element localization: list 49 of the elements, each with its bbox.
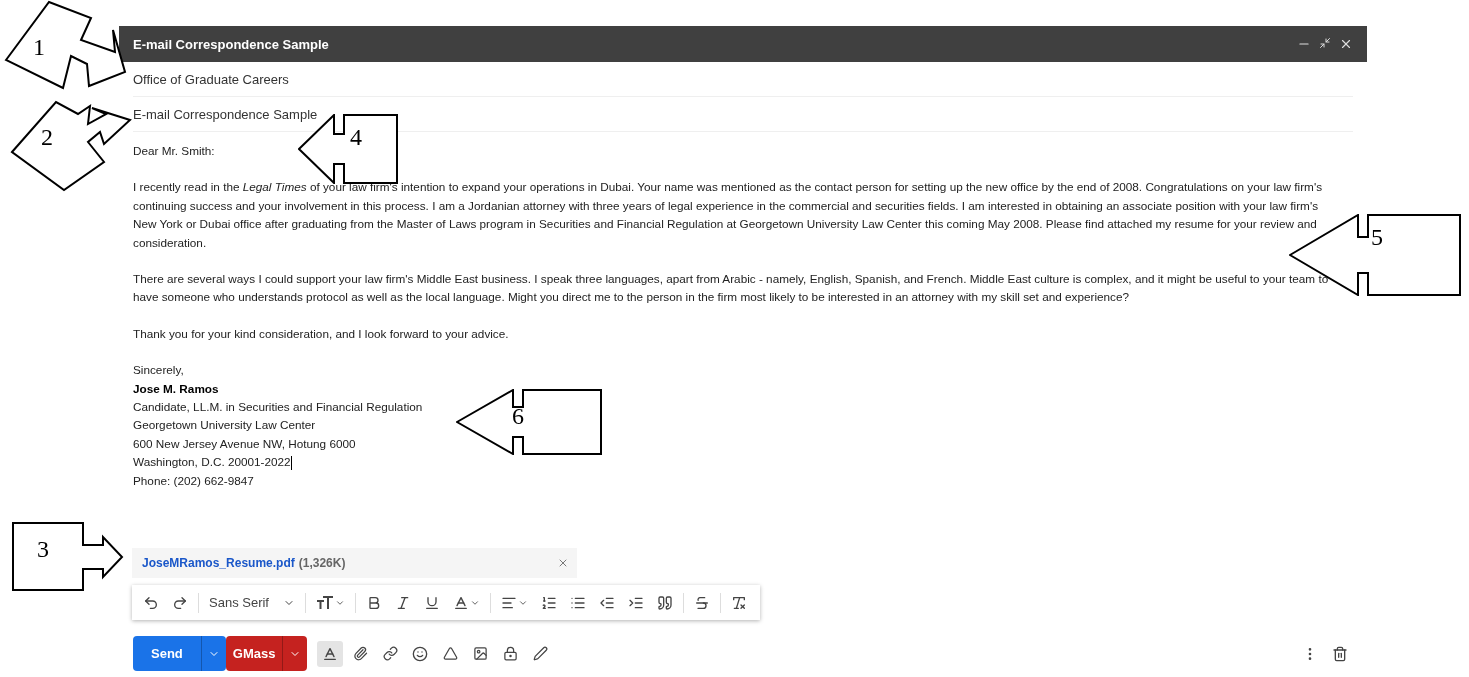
exit-full-screen-icon[interactable] (1319, 37, 1331, 49)
close-icon[interactable] (1339, 37, 1353, 51)
attachment-chip[interactable]: JoseMRamos_Resume.pdf (1,326K) (132, 548, 577, 579)
signature-line: Candidate, LL.M. in Securities and Financial Regulation (133, 400, 423, 414)
body-paragraph: There are several ways I could support your law firm's Middle East business. I speak three languages, apart from Arabic - namely, English, Spanish, and French. Middle East culture is complex, and it might be useful to your team to have someone who understands protocol as well as the local language. Might you direct me to the person in the firm most likely to be interested in an attorney with my skill set and experience? (133, 271, 1330, 306)
attachment-size: (1,326K) (298, 556, 346, 571)
text-color-icon (453, 594, 469, 611)
signature-closing: Sincerely, (133, 362, 185, 379)
text-size-icon (316, 595, 334, 610)
smiley-icon (412, 645, 429, 662)
callout-number: 6 (512, 403, 524, 430)
callout-number: 3 (37, 536, 49, 563)
signature-line: Georgetown University Law Center (133, 418, 316, 432)
body-paragraph: Thank you for your kind consideration, and I look forward to your advice. (133, 325, 510, 342)
formatting-options-button[interactable] (317, 640, 344, 667)
callout-number: 1 (33, 34, 45, 61)
pen-icon (532, 646, 548, 662)
send-options-button[interactable] (200, 636, 226, 672)
gmass-options-button[interactable] (282, 636, 308, 672)
callout-number: 5 (1371, 224, 1383, 251)
greeting: Dear Mr. Smith: (133, 143, 216, 159)
undo-icon (143, 594, 159, 611)
bold-icon (366, 594, 382, 611)
triangle-icon (442, 646, 458, 662)
signature-line: 600 New Jersey Avenue NW, Hotung 6000 (133, 436, 356, 450)
underline-icon (424, 594, 440, 611)
callout-number: 2 (41, 124, 53, 151)
signature-line: Phone: (202) 662-9847 (133, 473, 254, 487)
trash-icon (1332, 645, 1348, 662)
lock-icon (502, 646, 518, 662)
italic-icon (395, 594, 411, 611)
attachment-link[interactable]: JoseMRamos_Resume.pdf (142, 556, 295, 571)
link-icon (382, 646, 398, 662)
redo-icon (172, 594, 188, 611)
recipients-field[interactable]: Office of Graduate Careers (133, 62, 1353, 97)
gmass-button[interactable]: GMass (225, 636, 283, 672)
numbered-list-icon (541, 594, 557, 611)
strikethrough-icon (694, 594, 710, 611)
font-dropdown[interactable]: Sans Serif (204, 592, 300, 614)
send-button[interactable]: Send (133, 636, 201, 672)
quote-icon (657, 594, 673, 611)
text-format-icon (322, 645, 339, 662)
signature-name: Jose M. Ramos (133, 380, 220, 397)
window-title: E-mail Correspondence Sample (133, 36, 329, 52)
paperclip-icon (352, 646, 368, 662)
image-icon (472, 646, 488, 662)
text-cursor (290, 456, 292, 471)
signature-line: Washington, D.C. 20001-2022 (133, 455, 291, 469)
clear-formatting-icon (731, 594, 747, 611)
